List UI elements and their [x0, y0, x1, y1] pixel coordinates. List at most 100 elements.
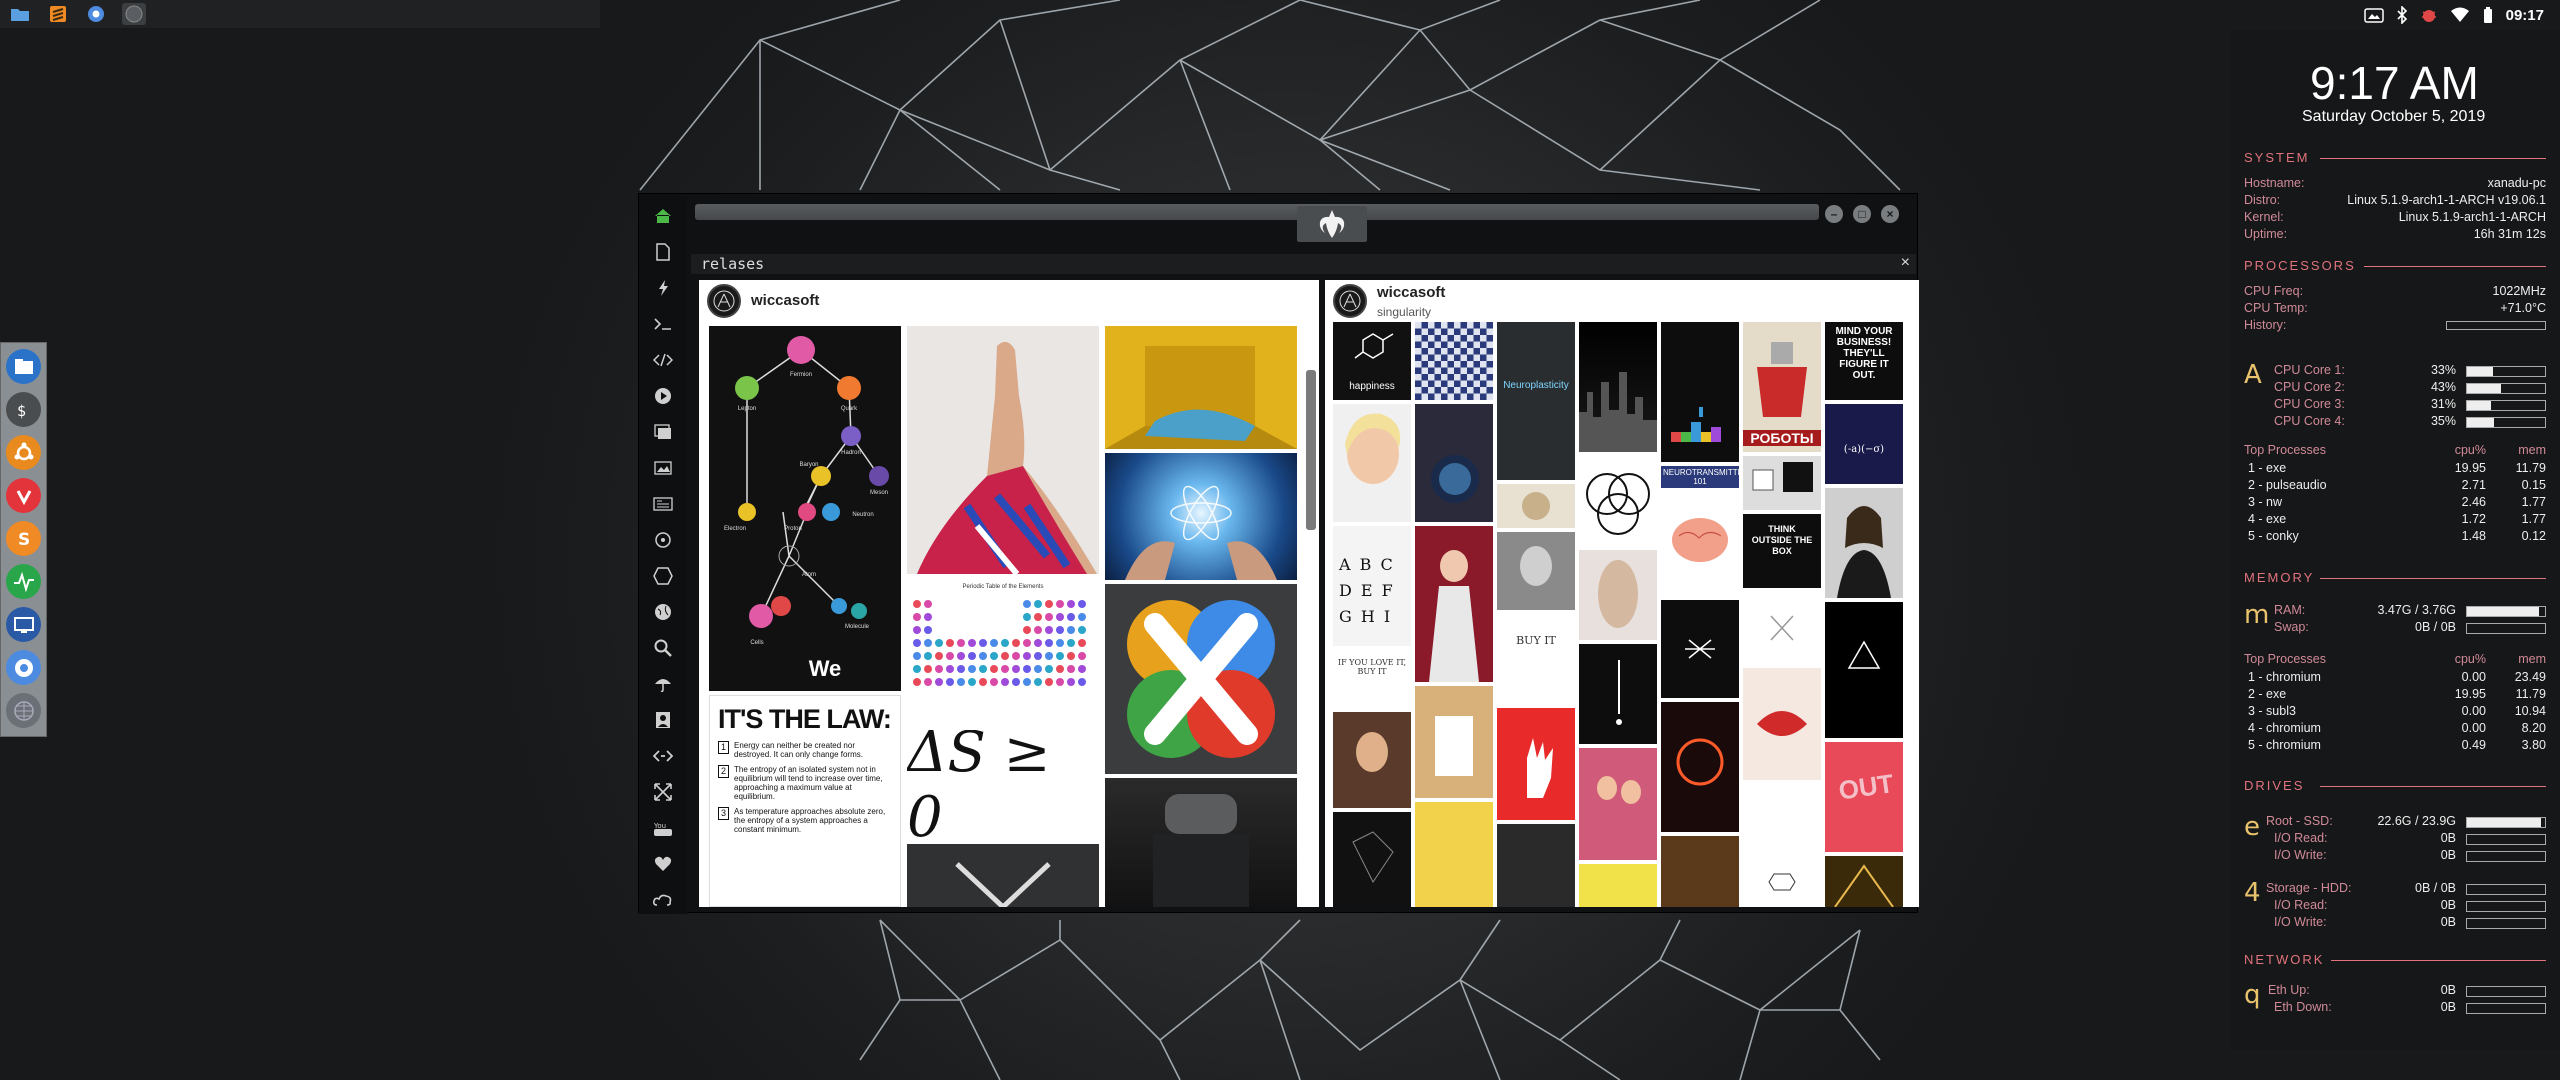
user-name[interactable]: wiccasoft — [751, 292, 819, 309]
sidebar-youtube[interactable]: You — [650, 814, 676, 842]
bluetooth-icon[interactable] — [2396, 6, 2408, 24]
neon-face-tile[interactable] — [1661, 702, 1739, 832]
profile-circle-tile[interactable] — [1497, 484, 1575, 528]
sidebar-atom[interactable] — [650, 526, 676, 554]
red-hand-tile[interactable] — [1497, 708, 1575, 820]
woman-portrait-tile[interactable] — [1825, 488, 1903, 598]
sidebar-image[interactable] — [650, 454, 676, 482]
sidebar-video[interactable] — [650, 382, 676, 410]
rebel-logo-tab[interactable] — [1297, 206, 1367, 242]
user-avatar[interactable] — [1333, 284, 1367, 318]
debug-bug-icon[interactable] — [2420, 6, 2438, 24]
chess-tile[interactable] — [1415, 322, 1493, 400]
buy-it-tile[interactable]: BUY IT — [1497, 614, 1575, 704]
venn-tile[interactable] — [1579, 456, 1657, 546]
dock-vivaldi[interactable] — [6, 478, 41, 513]
triangle-photo-tile[interactable] — [907, 844, 1099, 907]
sidebar-profile[interactable] — [650, 706, 676, 734]
screenshot-icon[interactable] — [2363, 7, 2384, 23]
x-sign-tile[interactable] — [1743, 592, 1821, 664]
dock-files[interactable] — [6, 349, 41, 384]
sidebar-code[interactable] — [650, 346, 676, 374]
dock-chrome[interactable] — [6, 650, 41, 685]
column-close-button[interactable]: × — [1901, 254, 1910, 272]
periodic-table-tile[interactable]: Periodic Table of the Elements — [907, 578, 1099, 726]
dock-system-monitor[interactable] — [6, 564, 41, 599]
yellow-room-tile[interactable] — [1105, 326, 1297, 449]
sidebar-weather[interactable] — [650, 670, 676, 698]
sublime-launcher[interactable] — [46, 3, 70, 25]
colorful-scene-tile[interactable] — [1661, 836, 1739, 907]
column-title[interactable]: relases — [701, 255, 764, 273]
dock-display[interactable] — [6, 607, 41, 642]
dock-terminal[interactable]: $ — [6, 392, 41, 427]
panel-left-scrollbar[interactable] — [1306, 370, 1316, 530]
equation-tile[interactable]: (-a)(−σ) — [1825, 404, 1903, 484]
sidebar-search[interactable] — [650, 634, 676, 662]
dark-faces-tile[interactable] — [1415, 404, 1493, 522]
battery-icon[interactable] — [2482, 6, 2494, 24]
sidebar-expand[interactable] — [650, 778, 676, 806]
active-window-task[interactable] — [122, 3, 146, 25]
window-maximize-button[interactable]: □ — [1853, 205, 1871, 223]
dock-sublime[interactable]: S — [6, 521, 41, 556]
file-manager-launcher[interactable] — [8, 3, 32, 25]
sidebar-news[interactable] — [650, 490, 676, 518]
triangle-dark-tile[interactable] — [1825, 602, 1903, 738]
dock-ubuntu[interactable] — [6, 435, 41, 470]
sidebar-hexagon[interactable] — [650, 562, 676, 590]
dark-pen-tile[interactable] — [1579, 644, 1657, 744]
sidebar-activity[interactable] — [650, 274, 676, 302]
art-deco-tile[interactable] — [1825, 856, 1903, 907]
laws-of-thermodynamics-tile[interactable]: IT'S THE LAW: 1 Energy can neither be cre… — [709, 695, 901, 907]
colorful-x-logo-tile[interactable] — [1105, 584, 1297, 774]
out-poster-tile[interactable]: OUT — [1825, 742, 1903, 852]
black-crossed-tile[interactable] — [1661, 600, 1739, 698]
sidebar-terminal[interactable] — [650, 310, 676, 338]
dice-tile[interactable] — [1743, 456, 1821, 510]
sidebar-embed[interactable] — [650, 742, 676, 770]
lips-tile[interactable] — [1743, 668, 1821, 780]
woman-painting-tile[interactable] — [1333, 712, 1411, 808]
user-name[interactable]: wiccasoft — [1377, 284, 1445, 301]
tray-clock[interactable]: 09:17 — [2506, 7, 2544, 24]
tetris-tile[interactable] — [1661, 322, 1739, 462]
sidebar-favorites[interactable] — [650, 850, 676, 878]
yellow-block-tile[interactable] — [1579, 864, 1657, 907]
if-you-love-it-tile[interactable]: IF YOU LOVE IT, BUY IT — [1333, 650, 1411, 708]
window-minimize-button[interactable]: – — [1825, 205, 1843, 223]
neurotransmitters-tile[interactable]: NEUROTRANSMITTERS 101 — [1661, 466, 1739, 596]
pink-lady-tile[interactable] — [1415, 526, 1493, 682]
sketch-tile[interactable] — [1333, 812, 1411, 907]
dock-globe-app[interactable] — [6, 693, 41, 728]
fashion-photo-tile[interactable] — [907, 326, 1099, 574]
sidebar-cloud[interactable] — [650, 886, 676, 914]
title-drag-area[interactable] — [695, 204, 1819, 220]
pink-bikini-tile[interactable] — [1579, 748, 1657, 860]
pale-figure-tile[interactable] — [1579, 550, 1657, 640]
marble-tile[interactable] — [1497, 532, 1575, 610]
energy-hands-tile[interactable] — [1105, 453, 1297, 580]
dark-bottle-tile[interactable] — [1105, 778, 1297, 907]
sidebar-home[interactable] — [650, 202, 676, 230]
neuroplasticity-tile[interactable]: Neuroplasticity — [1497, 322, 1575, 480]
dark-scene-tile[interactable] — [1497, 824, 1575, 907]
chromium-launcher[interactable] — [84, 3, 108, 25]
user-avatar[interactable] — [707, 284, 741, 318]
sidebar-web[interactable] — [650, 598, 676, 626]
window-close-button[interactable]: × — [1881, 205, 1899, 223]
robots-poster-tile[interactable]: РОБОТЫ — [1743, 322, 1821, 452]
wifi-icon[interactable] — [2450, 7, 2470, 23]
city-night-tile[interactable] — [1579, 322, 1657, 452]
happiness-tile[interactable]: happiness — [1333, 322, 1411, 400]
mind-business-tile[interactable]: MIND YOUR BUSINESS! THEY'LL FIGURE IT OU… — [1825, 322, 1903, 400]
entropy-formula-tile[interactable]: ΔS ≥ 0 — [907, 730, 1099, 840]
sidebar-gallery[interactable] — [650, 418, 676, 446]
yellow-flowers-tile[interactable] — [1415, 802, 1493, 907]
physics-diagram-tile[interactable]: Fermion Lepton Quark Hadron Baryon Meson… — [709, 326, 901, 691]
marilyn-tile[interactable] — [1333, 404, 1411, 522]
think-box-tile[interactable]: THINK OUTSIDE THE BOX — [1743, 514, 1821, 588]
typography-tile[interactable]: A B C D E F G H I — [1333, 526, 1411, 646]
hexagon-badge-tile[interactable] — [1743, 784, 1821, 907]
window-title-bar[interactable]: – □ × — [691, 198, 1916, 244]
